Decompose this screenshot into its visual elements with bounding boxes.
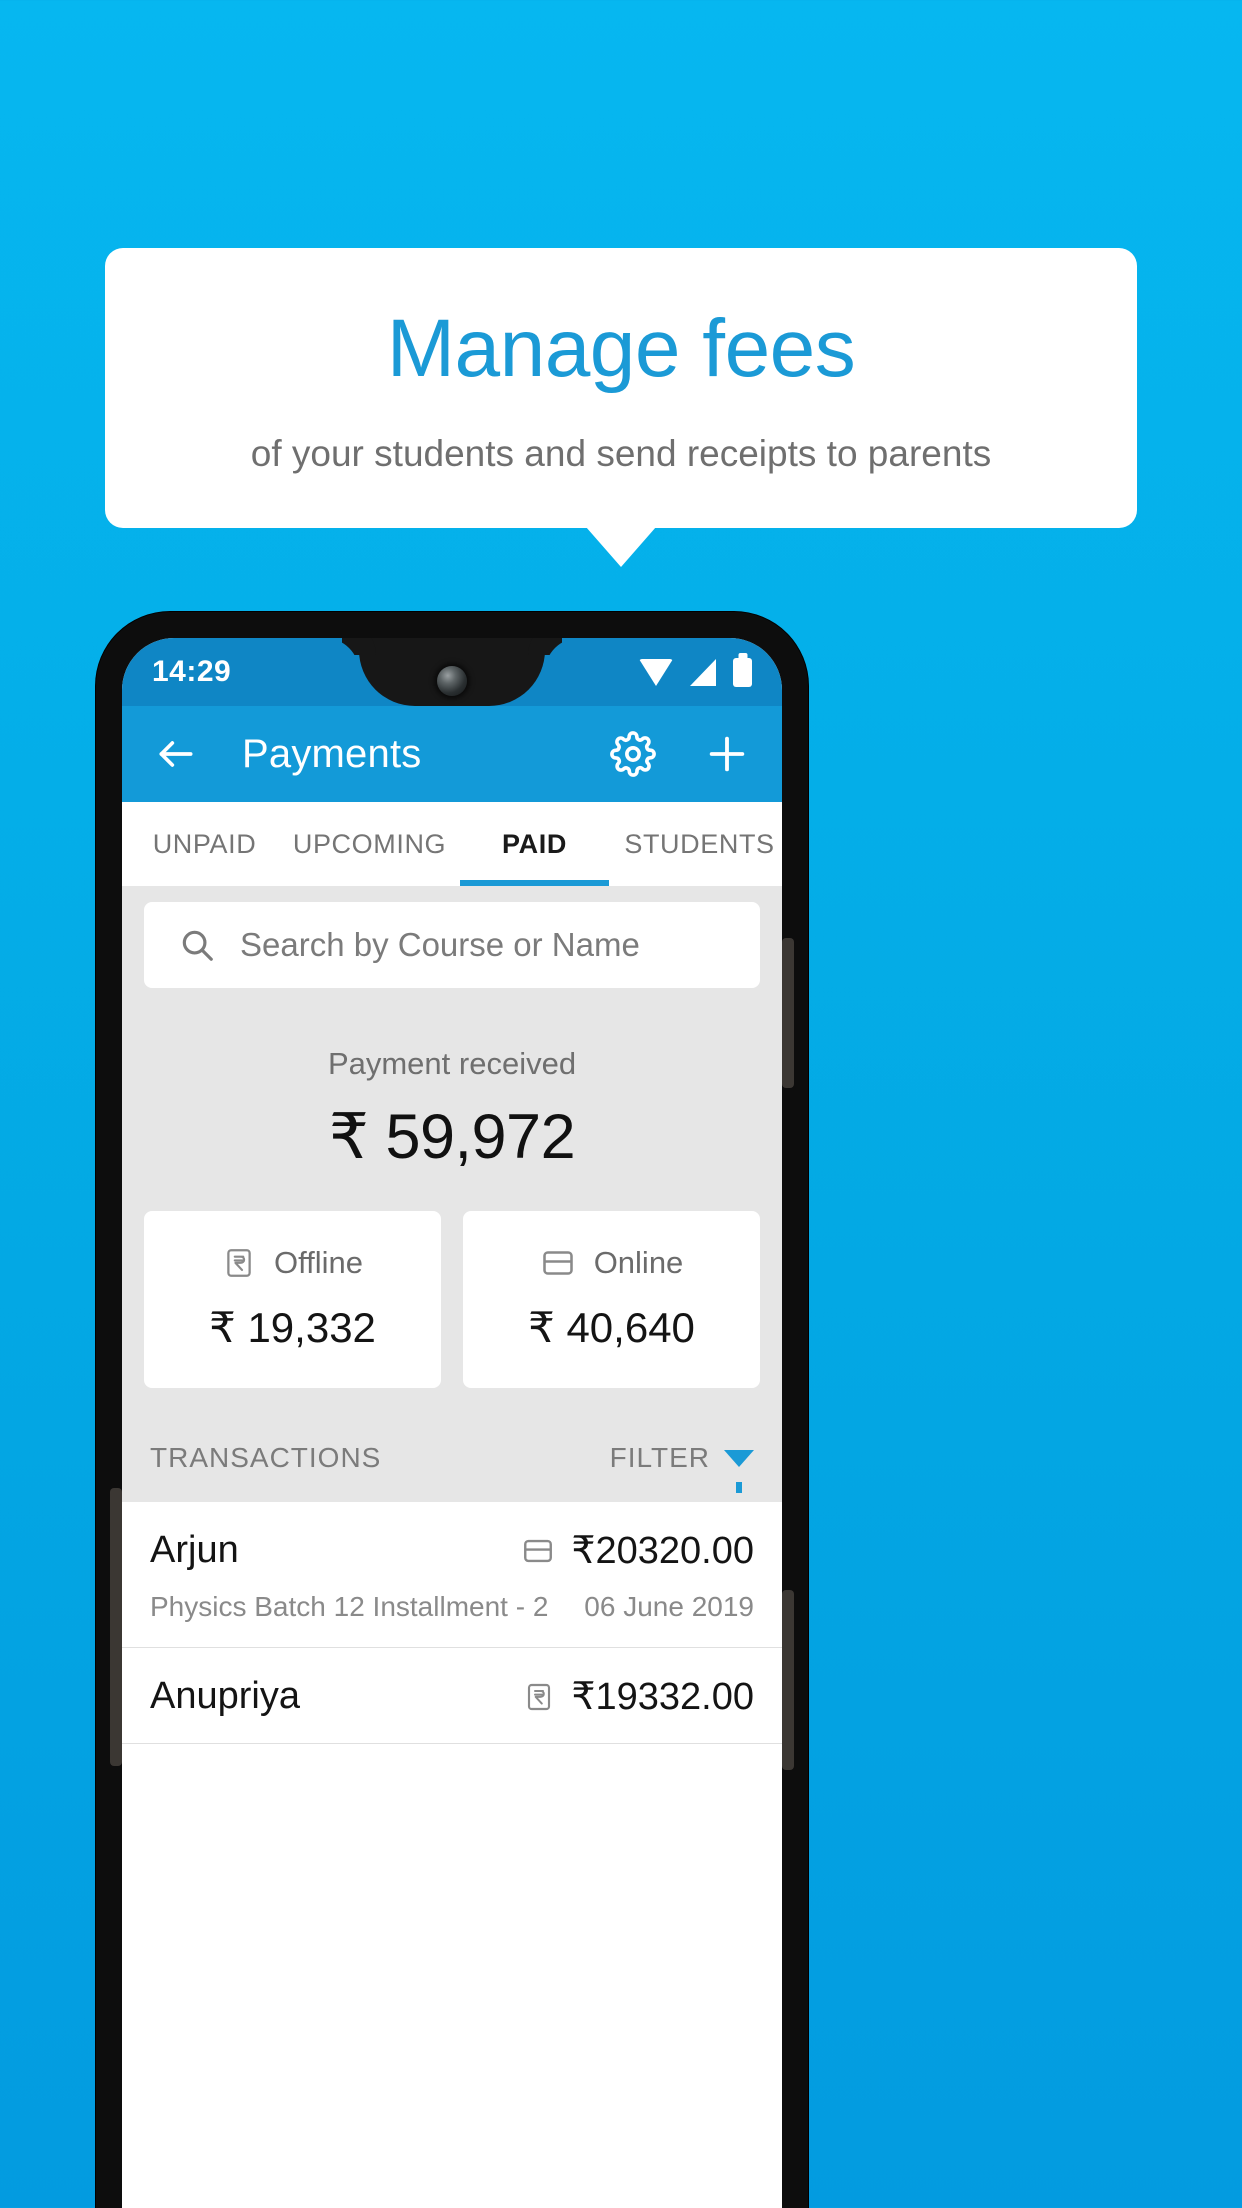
- transaction-secondary-line: Physics Batch 12 Installment - 2 06 June…: [150, 1591, 754, 1623]
- promo-subtitle: of your students and send receipts to pa…: [250, 433, 992, 474]
- phone-volume-button-left[interactable]: [110, 1488, 122, 1766]
- tab-paid[interactable]: PAID: [452, 802, 617, 886]
- search-icon: [178, 926, 216, 964]
- promo-title: Manage fees: [386, 303, 856, 394]
- app-bar: Payments: [122, 706, 782, 802]
- app-bar-actions: [610, 731, 750, 777]
- battery-icon: [733, 657, 752, 687]
- summary-amount: ₹ 59,972: [328, 1102, 576, 1172]
- tab-students[interactable]: STUDENTS: [617, 802, 782, 886]
- filter-label: FILTER: [609, 1442, 710, 1473]
- arrow-back-icon[interactable]: [154, 732, 198, 776]
- transactions-header: TRANSACTIONS FILTER: [122, 1388, 782, 1502]
- online-card[interactable]: Online ₹ 40,640: [463, 1211, 760, 1388]
- online-card-head: Online: [463, 1245, 760, 1281]
- rupee-note-icon: [222, 1246, 256, 1280]
- screen-content: Search by Course or Name Payment receive…: [122, 886, 782, 1744]
- tab-unpaid-label: UNPAID: [152, 828, 257, 859]
- plus-icon[interactable]: [704, 731, 750, 777]
- phone-mockup: 14:29 Payments UNPAID UPCOMING PAID STUD…: [96, 612, 808, 2208]
- phone-volume-button-right[interactable]: [782, 1590, 794, 1770]
- transaction-amount-group: ₹19332.00: [523, 1674, 754, 1719]
- transaction-amount: ₹19332.00: [571, 1676, 754, 1718]
- payment-summary: Payment received ₹ 59,972: [122, 988, 782, 1173]
- gear-icon[interactable]: [610, 731, 656, 777]
- table-row[interactable]: Anupriya ₹19332.00: [122, 1648, 782, 1744]
- filter-button[interactable]: FILTER: [609, 1442, 754, 1493]
- transaction-name: Arjun: [150, 1529, 239, 1571]
- credit-card-icon: [521, 1534, 555, 1568]
- rupee-note-icon: [523, 1681, 555, 1713]
- cellular-signal-icon: [690, 658, 716, 686]
- tab-upcoming-label: UPCOMING: [292, 828, 447, 859]
- transaction-description: Physics Batch 12 Installment - 2: [150, 1591, 549, 1622]
- offline-card[interactable]: Offline ₹ 19,332: [144, 1211, 441, 1388]
- transaction-amount-group: ₹20320.00: [521, 1528, 754, 1573]
- tab-paid-label: PAID: [502, 828, 567, 859]
- transaction-primary-line: Anupriya ₹19332.00: [150, 1674, 754, 1719]
- tab-upcoming[interactable]: UPCOMING: [287, 802, 452, 886]
- phone-notch: [359, 638, 545, 706]
- tab-unpaid[interactable]: UNPAID: [122, 802, 287, 886]
- summary-label: Payment received: [327, 1046, 577, 1081]
- promo-tail: [586, 527, 656, 568]
- online-card-label: Online: [593, 1245, 684, 1280]
- online-card-amount: ₹ 40,640: [528, 1304, 695, 1351]
- status-icon-group: [639, 657, 752, 687]
- transactions-list: Arjun ₹20320.00 Physics Batch 12 Install…: [122, 1502, 782, 1744]
- transaction-amount: ₹20320.00: [571, 1530, 754, 1572]
- status-time: 14:29: [152, 655, 232, 688]
- page-title: Payments: [242, 731, 422, 776]
- search-section: Search by Course or Name: [122, 886, 782, 988]
- promo-card: Manage fees of your students and send re…: [105, 248, 1137, 529]
- funnel-icon: [724, 1449, 754, 1493]
- offline-card-amount: ₹ 19,332: [209, 1304, 376, 1351]
- promo-callout: Manage fees of your students and send re…: [0, 248, 1242, 568]
- front-camera-icon: [437, 666, 467, 696]
- transaction-date: 06 June 2019: [584, 1591, 754, 1622]
- wifi-icon: [639, 658, 673, 686]
- transactions-title: TRANSACTIONS: [150, 1442, 382, 1473]
- search-input[interactable]: Search by Course or Name: [144, 902, 760, 988]
- phone-screen: 14:29 Payments UNPAID UPCOMING PAID STUD…: [122, 638, 782, 2208]
- tab-bar: UNPAID UPCOMING PAID STUDENTS: [122, 802, 782, 886]
- payment-mode-cards: Offline ₹ 19,332 Online ₹ 40,640: [122, 1173, 782, 1388]
- offline-card-head: Offline: [144, 1245, 441, 1281]
- phone-power-button[interactable]: [782, 938, 794, 1088]
- offline-card-label: Offline: [273, 1245, 364, 1280]
- transaction-primary-line: Arjun ₹20320.00: [150, 1528, 754, 1573]
- search-placeholder: Search by Course or Name: [240, 926, 640, 963]
- transaction-name: Anupriya: [150, 1675, 300, 1717]
- table-row[interactable]: Arjun ₹20320.00 Physics Batch 12 Install…: [122, 1502, 782, 1648]
- credit-card-icon: [540, 1245, 576, 1281]
- tab-students-label: STUDENTS: [624, 828, 775, 859]
